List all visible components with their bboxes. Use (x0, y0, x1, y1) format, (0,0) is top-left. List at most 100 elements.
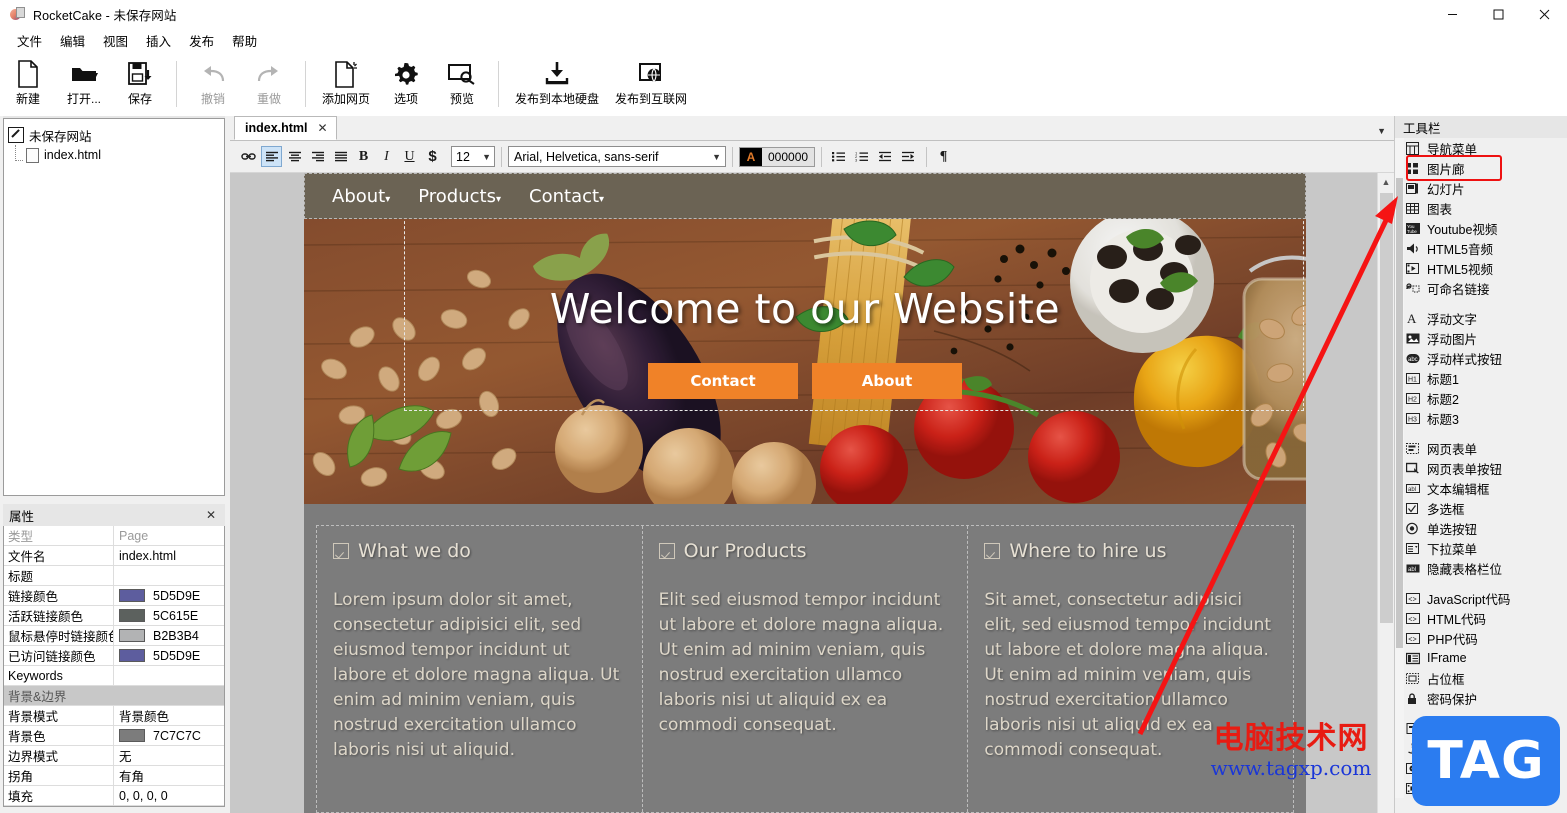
property-row[interactable]: 边界模式无 (4, 746, 224, 766)
tool-item-17[interactable]: 多选框 (1403, 498, 1567, 518)
paragraph-mark-button[interactable]: ¶ (933, 146, 954, 167)
tool-item-2[interactable]: 幻灯片 (1403, 178, 1567, 198)
minimize-button[interactable] (1429, 0, 1475, 28)
indent-icon[interactable] (897, 146, 918, 167)
tab-overflow-chevron-icon[interactable]: ▼ (1377, 126, 1386, 136)
toolbar-open[interactable]: 打开... (56, 55, 112, 107)
scrollbar-thumb[interactable] (1380, 193, 1393, 623)
tool-item-6[interactable]: HTML5视频 (1403, 258, 1567, 278)
nav-link-contact[interactable]: Contact▾ (529, 186, 604, 207)
bold-button[interactable]: B (353, 146, 374, 167)
tool-item-16[interactable]: abl 文本编辑框 (1403, 478, 1567, 498)
toolbar-add-page[interactable]: 添加网页 (314, 55, 378, 107)
menu-file[interactable]: 文件 (8, 28, 51, 53)
menu-edit[interactable]: 编辑 (51, 28, 94, 53)
property-row[interactable]: 背景模式 背景颜色 (4, 706, 224, 726)
tab-index-html[interactable]: index.html ✕ (234, 116, 337, 140)
tool-item-5[interactable]: HTML5音频 (1403, 238, 1567, 258)
italic-button[interactable]: I (376, 146, 397, 167)
tool-item-22[interactable]: <> HTML代码 (1403, 608, 1567, 628)
menu-view[interactable]: 视图 (94, 28, 137, 53)
tool-item-26[interactable]: 密码保护 (1403, 688, 1567, 708)
property-row[interactable]: 类型 Page (4, 526, 224, 546)
tool-item-20[interactable]: abl 隐藏表格栏位 (1403, 558, 1567, 578)
property-row[interactable]: Keywords (4, 666, 224, 686)
align-left-icon[interactable] (261, 146, 282, 167)
tab-close-icon[interactable]: ✕ (318, 121, 328, 135)
page-canvas[interactable]: About▾ Products▾ Contact▾ Welcome to our… (230, 173, 1394, 813)
tool-item-19[interactable]: 下拉菜单 (1403, 538, 1567, 558)
column-our-products[interactable]: Our Products Elit sed eiusmod tempor inc… (643, 526, 969, 812)
align-center-icon[interactable] (284, 146, 305, 167)
properties-panel-close-icon[interactable]: ✕ (203, 508, 219, 522)
tool-item-25[interactable]: 占位框 (1403, 668, 1567, 688)
align-justify-icon[interactable] (330, 146, 351, 167)
tool-item-9[interactable]: 浮动图片 (1403, 328, 1567, 348)
color-swatch[interactable] (119, 729, 145, 742)
toolbar-undo[interactable]: 撤销 (185, 55, 241, 107)
property-row[interactable]: 拐角 有角 (4, 766, 224, 786)
tool-item-24[interactable]: IFrame (1403, 648, 1567, 668)
property-row[interactable]: 标题 (4, 566, 224, 586)
bullet-list-icon[interactable] (828, 146, 849, 167)
tool-item-8[interactable]: A 浮动文字 (1403, 308, 1567, 328)
toolbar-save[interactable]: 保存 (112, 55, 168, 107)
property-row[interactable]: 链接颜色 5D5D9E (4, 586, 224, 606)
property-row[interactable]: 背景色 7C7C7C (4, 726, 224, 746)
color-swatch[interactable] (119, 649, 145, 662)
tool-item-18[interactable]: 单选按钮 (1403, 518, 1567, 538)
hero-contact-button[interactable]: Contact (648, 363, 798, 399)
canvas-vertical-scrollbar[interactable]: ▲ (1377, 173, 1394, 813)
tool-item-10[interactable]: abc 浮动样式按钮 (1403, 348, 1567, 368)
tool-item-14[interactable]: 网页表单 (1403, 438, 1567, 458)
tool-item-11[interactable]: H1 标题1 (1403, 368, 1567, 388)
font-size-select[interactable]: 12 ▼ (451, 146, 495, 167)
tree-node-index-html[interactable]: index.html (26, 145, 220, 165)
property-row[interactable]: 鼠标悬停时链接颜色 B2B3B4 (4, 626, 224, 646)
tool-item-0[interactable]: 导航菜单 (1403, 138, 1567, 158)
currency-style-button[interactable]: $ (422, 146, 443, 167)
menu-publish[interactable]: 发布 (180, 28, 223, 53)
nav-link-about[interactable]: About▾ (332, 186, 390, 207)
tools-scrollbar-thumb[interactable] (1396, 178, 1403, 648)
outdent-icon[interactable] (874, 146, 895, 167)
tool-item-12[interactable]: H2 标题2 (1403, 388, 1567, 408)
tool-item-15[interactable]: 网页表单按钮 (1403, 458, 1567, 478)
numbered-list-icon[interactable]: 123 (851, 146, 872, 167)
property-row[interactable]: 已访问链接颜色 5D5D9E (4, 646, 224, 666)
chain-link-icon[interactable] (238, 146, 259, 167)
toolbar-redo[interactable]: 重做 (241, 55, 297, 107)
toolbar-options[interactable]: 选项 (378, 55, 434, 107)
property-row[interactable]: 文件名 index.html (4, 546, 224, 566)
maximize-button[interactable] (1475, 0, 1521, 28)
menu-insert[interactable]: 插入 (137, 28, 180, 53)
underline-button[interactable]: U (399, 146, 420, 167)
font-family-select[interactable]: Arial, Helvetica, sans-serif ▼ (508, 146, 726, 167)
tool-item-21[interactable]: <> JavaScript代码 (1403, 588, 1567, 608)
column-what-we-do[interactable]: What we do Lorem ipsum dolor sit amet, c… (317, 526, 643, 812)
color-swatch[interactable] (119, 589, 145, 602)
align-right-icon[interactable] (307, 146, 328, 167)
toolbar-publish-local[interactable]: 发布到本地硬盘 (507, 55, 607, 107)
tool-item-29[interactable]: Flash动画 (1403, 758, 1567, 778)
nav-link-products[interactable]: Products▾ (418, 186, 501, 207)
column-where-to-hire-us[interactable]: Where to hire us Sit amet, consectetur a… (968, 526, 1293, 812)
tool-item-4[interactable]: You Tube Youtube视频 (1403, 218, 1567, 238)
text-color-picker[interactable]: A 000000 (739, 146, 816, 167)
toolbar-publish-internet[interactable]: 发布到互联网 (607, 55, 695, 107)
tool-item-13[interactable]: H3 标题3 (1403, 408, 1567, 428)
property-row[interactable]: 填充 0, 0, 0, 0 (4, 786, 224, 806)
tool-item-7[interactable]: 可命名链接 (1403, 278, 1567, 298)
tool-item-23[interactable]: <> PHP代码 (1403, 628, 1567, 648)
color-swatch[interactable] (119, 609, 145, 622)
scroll-up-arrow-icon[interactable]: ▲ (1378, 173, 1394, 190)
color-swatch[interactable] (119, 629, 145, 642)
tree-node-site[interactable]: 未保存网站 (8, 125, 220, 145)
tool-item-28[interactable]: Java小程序 (1403, 738, 1567, 758)
property-row[interactable]: 活跃链接颜色 5C615E (4, 606, 224, 626)
tool-item-27[interactable]: PDF文档 (1403, 718, 1567, 738)
menu-help[interactable]: 帮助 (223, 28, 266, 53)
tool-item-1[interactable]: 图片廊 (1403, 158, 1567, 178)
hero-about-button[interactable]: About (812, 363, 962, 399)
close-button[interactable] (1521, 0, 1567, 28)
